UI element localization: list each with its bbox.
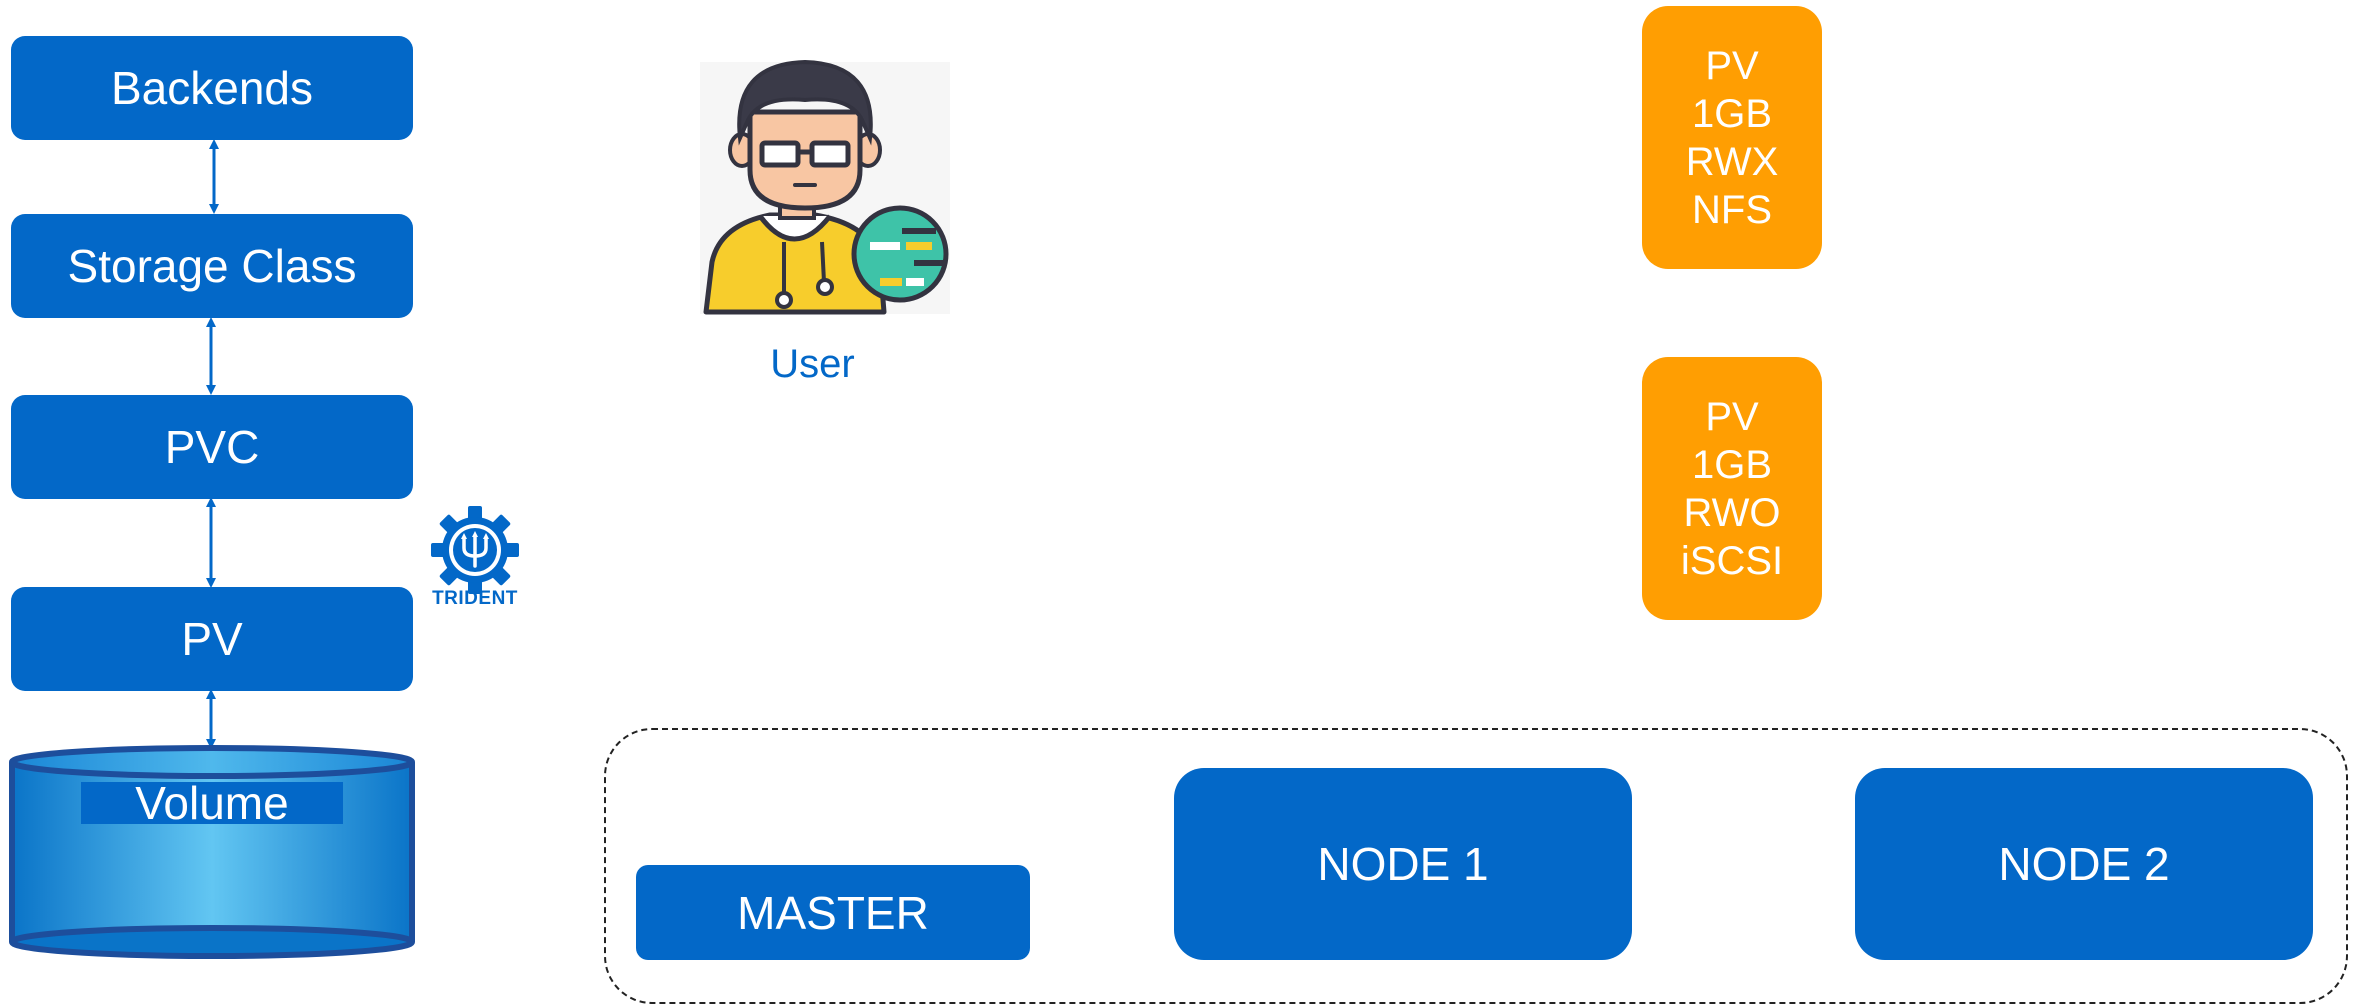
pv-iscsi-box: PV 1GB RWO iSCSI xyxy=(1642,357,1822,620)
pv-box: PV xyxy=(11,587,413,691)
pv-nfs-line1: PV xyxy=(1705,43,1759,88)
node2-box: NODE 2 xyxy=(1855,768,2313,960)
pv-nfs-size: 1GB xyxy=(1691,91,1773,136)
pv-label: PV xyxy=(181,613,243,665)
pv-nfs-protocol: NFS xyxy=(1692,187,1772,232)
storage-class-label: Storage Class xyxy=(67,240,357,292)
volume-label: Volume xyxy=(81,780,343,826)
node1-label: NODE 1 xyxy=(1317,838,1489,890)
pvc-label: PVC xyxy=(164,421,260,473)
backends-label: Backends xyxy=(110,62,313,114)
trident-gear-icon xyxy=(431,506,519,594)
master-label: MASTER xyxy=(737,886,929,939)
user-avatar-icon xyxy=(700,59,950,315)
node2-label: NODE 2 xyxy=(1998,838,2170,890)
pv-iscsi-protocol: iSCSI xyxy=(1680,538,1784,583)
pv-iscsi-mode: RWO xyxy=(1683,490,1781,535)
pv-nfs-box: PV 1GB RWX NFS xyxy=(1642,6,1822,269)
storage-class-box: Storage Class xyxy=(11,214,413,318)
pv-iscsi-size: 1GB xyxy=(1691,442,1773,487)
node1-box: NODE 1 xyxy=(1174,768,1632,960)
master-box: MASTER xyxy=(636,865,1030,960)
pv-nfs-mode: RWX xyxy=(1685,139,1779,184)
trident-label: TRIDENT xyxy=(432,588,518,609)
user-label: User xyxy=(770,342,855,386)
pvc-box: PVC xyxy=(11,395,413,499)
pv-iscsi-line1: PV xyxy=(1705,394,1759,439)
backends-box: Backends xyxy=(11,36,413,140)
